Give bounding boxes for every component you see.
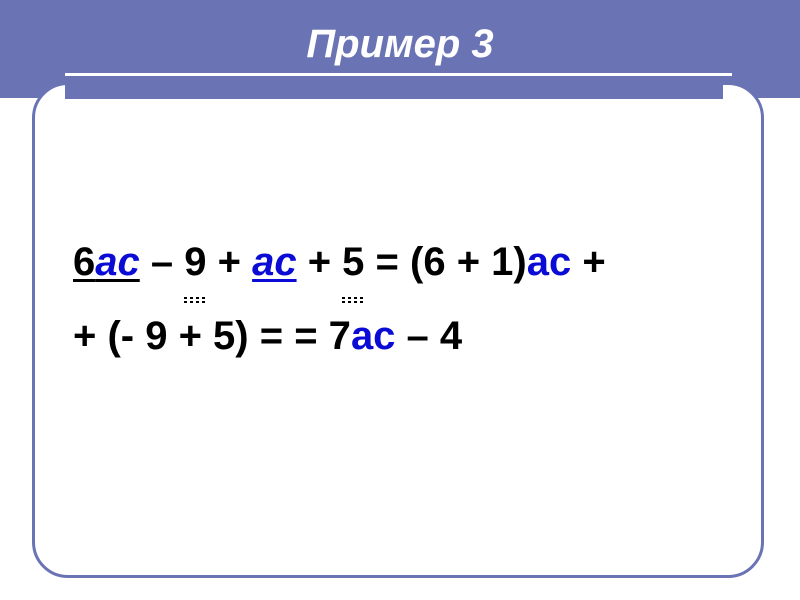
equation-body: 6ас – 9 + ас + 5 = (6 + 1)ас + + (- 9 + … bbox=[73, 225, 723, 373]
equation-line-1: 6ас – 9 + ас + 5 = (6 + 1)ас + bbox=[73, 225, 723, 299]
variable-ac: ас bbox=[527, 240, 572, 284]
num-9: 9 bbox=[184, 240, 206, 284]
term-5: 5 bbox=[342, 225, 364, 299]
slide-title: Пример 3 bbox=[306, 22, 493, 67]
dash-underline bbox=[342, 297, 364, 303]
variable-ac: ас bbox=[95, 240, 140, 284]
op-plus: + bbox=[297, 240, 343, 284]
variable-ac: ас bbox=[252, 240, 297, 284]
op-plus: + bbox=[206, 240, 252, 284]
text-equals-group: = (6 + 1) bbox=[364, 240, 526, 284]
title-underline bbox=[65, 73, 732, 76]
term-6ac: 6ас bbox=[73, 240, 140, 284]
coef-6: 6 bbox=[73, 240, 95, 284]
slide: Пример 3 6ас – 9 + ас + 5 = (6 + 1)ас + … bbox=[0, 0, 800, 600]
content-frame: 6ас – 9 + ас + 5 = (6 + 1)ас + + (- 9 + … bbox=[32, 82, 764, 578]
term-9: 9 bbox=[184, 225, 206, 299]
text-line2-left: + (- 9 + 5) = = 7 bbox=[73, 314, 351, 358]
op-plus-trail: + bbox=[571, 240, 605, 284]
text-line2-right: – 4 bbox=[395, 314, 462, 358]
equation-line-2: + (- 9 + 5) = = 7ас – 4 bbox=[73, 299, 723, 373]
variable-ac: ас bbox=[351, 314, 396, 358]
op-minus: – bbox=[140, 240, 184, 284]
frame-cut bbox=[65, 81, 723, 99]
num-5: 5 bbox=[342, 240, 364, 284]
dash-underline bbox=[184, 297, 206, 303]
